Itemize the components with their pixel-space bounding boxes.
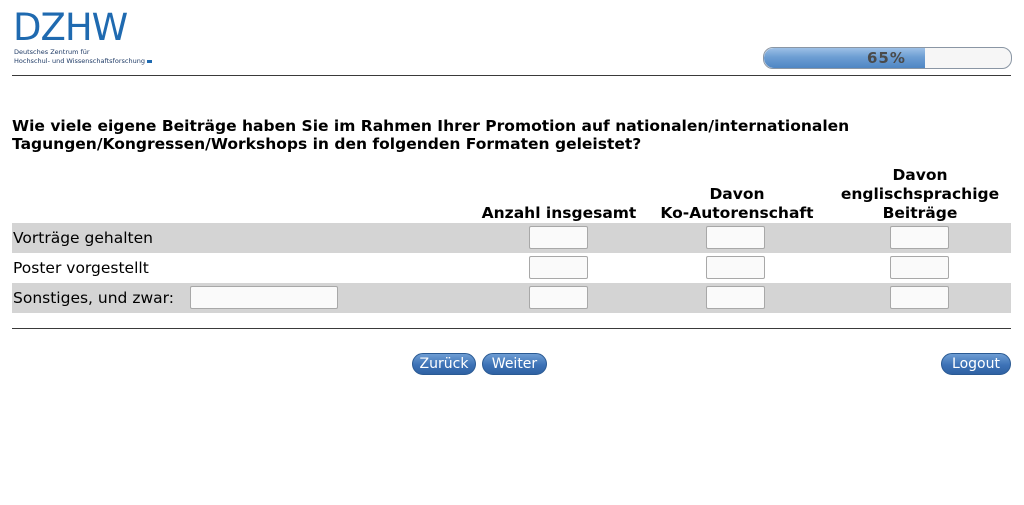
talks-coauthor-input[interactable] (706, 226, 765, 249)
talks-total-input[interactable] (529, 226, 588, 249)
logo-subtitle-line2-wrap: Hochschul- und Wissenschaftsforschung (14, 57, 174, 66)
logo-subtitle: Deutsches Zentrum für Hochschul- und Wis… (14, 48, 174, 66)
logo-wordmark: DZHW (13, 6, 128, 49)
posters-english-input[interactable] (890, 256, 949, 279)
table-row-posters: Poster vorgestellt (12, 253, 1011, 283)
talks-english-input[interactable] (890, 226, 949, 249)
footer-divider (12, 328, 1011, 329)
next-button[interactable]: Weiter (482, 353, 547, 375)
table-row-other: Sonstiges, und zwar: (12, 283, 1011, 313)
row-label-other: Sonstiges, und zwar: (13, 289, 174, 307)
column-header-coauthor-line2: Ko-Autorenschaft (660, 204, 814, 222)
dzhw-logo: DZHW Deutsches Zentrum für Hochschul- un… (13, 8, 153, 68)
logo-dot-icon (146, 59, 152, 63)
back-button[interactable]: Zurück (412, 353, 476, 375)
column-header-english-line1: Davon (892, 166, 948, 184)
logo-subtitle-line2: Hochschul- und Wissenschaftsforschung (14, 57, 145, 65)
posters-total-input[interactable] (529, 256, 588, 279)
other-specify-input[interactable] (190, 286, 338, 309)
posters-coauthor-input[interactable] (706, 256, 765, 279)
column-header-coauthor-line1: Davon (709, 185, 765, 203)
table-row-talks: Vorträge gehalten (12, 223, 1011, 253)
column-header-coauthor: Davon Ko-Autorenschaft (652, 185, 822, 223)
header-divider (12, 75, 1011, 76)
column-header-total-label: Anzahl insgesamt (481, 204, 637, 222)
column-header-english: Davon englischsprachige Beiträge (830, 166, 1010, 223)
question-text: Wie viele eigene Beiträge haben Sie im R… (12, 117, 850, 153)
column-header-total: Anzahl insgesamt (470, 204, 648, 223)
row-label-talks: Vorträge gehalten (13, 229, 153, 247)
logout-button[interactable]: Logout (941, 353, 1011, 375)
column-header-english-line2: englischsprachige (840, 185, 1000, 203)
column-header-english-line3: Beiträge (882, 204, 958, 222)
progress-bar: 65% (763, 47, 1012, 69)
other-coauthor-input[interactable] (706, 286, 765, 309)
progress-label: 65% (867, 49, 906, 67)
logo-subtitle-line1: Deutsches Zentrum für (14, 48, 90, 56)
row-label-posters: Poster vorgestellt (13, 259, 149, 277)
other-total-input[interactable] (529, 286, 588, 309)
other-english-input[interactable] (890, 286, 949, 309)
